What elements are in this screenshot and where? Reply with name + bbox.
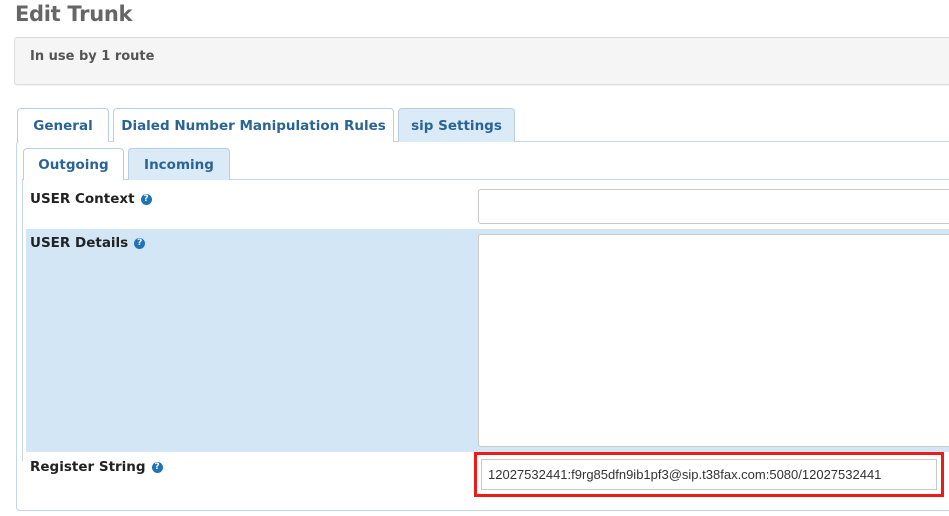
register-string-label: Register String ? [30, 459, 163, 475]
register-string-highlight: 12027532441:f9rg85dfn9ib1pf3@sip.t38fax.… [474, 452, 944, 497]
usage-info-box: In use by 1 route [14, 37, 949, 85]
tab-dialed-number-label: Dialed Number Manipulation Rules [121, 117, 386, 134]
usage-text: In use by 1 route [30, 49, 155, 64]
help-icon[interactable]: ? [140, 193, 152, 205]
tab-general-label: General [33, 117, 93, 134]
user-context-label-text: USER Context [30, 191, 135, 207]
user-details-textarea[interactable] [478, 234, 949, 447]
page-title: Edit Trunk [15, 2, 133, 26]
user-details-label: USER Details ? [30, 235, 146, 251]
register-string-input[interactable]: 12027532441:f9rg85dfn9ib1pf3@sip.t38fax.… [481, 459, 937, 490]
help-icon[interactable]: ? [151, 461, 163, 473]
user-context-input[interactable] [478, 189, 949, 224]
subtab-outgoing[interactable]: Outgoing [23, 148, 124, 180]
tab-general[interactable]: General [17, 108, 109, 142]
subtab-incoming-label: Incoming [144, 156, 214, 173]
tab-sip-settings-label: sip Settings [411, 117, 502, 134]
user-context-label: USER Context ? [30, 191, 152, 207]
register-string-label-text: Register String [30, 459, 146, 475]
tab-dialed-number-manipulation-rules[interactable]: Dialed Number Manipulation Rules [113, 108, 394, 142]
user-details-label-text: USER Details [30, 235, 129, 251]
help-icon[interactable]: ? [134, 237, 146, 249]
subtab-outgoing-label: Outgoing [38, 156, 109, 173]
tab-sip-settings[interactable]: sip Settings [398, 108, 515, 142]
subtab-incoming[interactable]: Incoming [128, 148, 230, 180]
